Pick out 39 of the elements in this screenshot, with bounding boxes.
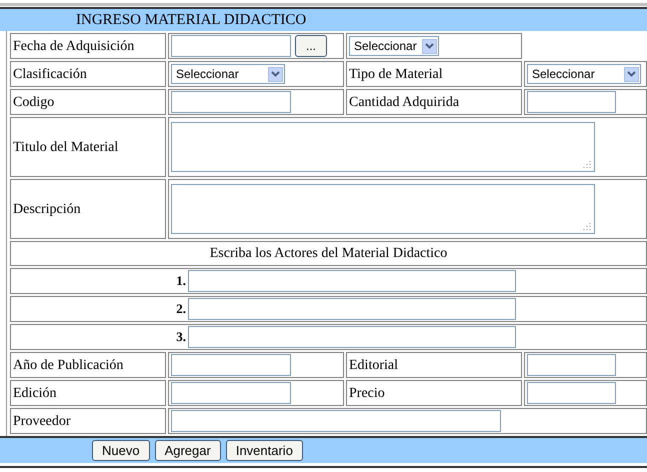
- author-number: 1.: [175, 272, 186, 290]
- text-area[interactable]: [171, 122, 595, 172]
- input-field[interactable]: [527, 354, 616, 376]
- date-picker-button[interactable]: ...: [295, 35, 327, 57]
- field-label: Tipo de Material: [349, 66, 443, 84]
- input-field[interactable]: [188, 326, 516, 348]
- field-label: Descripción: [13, 200, 81, 218]
- input-field[interactable]: [527, 382, 616, 404]
- input-field[interactable]: [188, 298, 516, 320]
- field-label: Proveedor: [13, 412, 71, 430]
- input-field[interactable]: [171, 35, 291, 57]
- input-field[interactable]: [171, 382, 291, 404]
- form-title: INGRESO MATERIAL DIDACTICO: [76, 10, 306, 30]
- input-field[interactable]: [171, 91, 291, 113]
- field-label: Editorial: [349, 356, 398, 374]
- field-label: Fecha de Adquisición: [13, 38, 134, 56]
- resize-grip-icon: [583, 160, 591, 168]
- field-label: Titulo del Material: [13, 138, 118, 156]
- field-label: Codigo: [13, 94, 54, 112]
- input-field[interactable]: [171, 354, 291, 376]
- field-label: Cantidad Adquirida: [349, 94, 460, 112]
- form-button[interactable]: Nuevo: [92, 440, 150, 461]
- field-label: Año de Publicación: [13, 356, 124, 374]
- resize-grip-icon: [583, 222, 591, 230]
- author-number: 3.: [175, 328, 186, 346]
- field-label: Precio: [349, 384, 385, 402]
- author-number: 2.: [175, 300, 186, 318]
- field-label: Clasificación: [13, 66, 87, 84]
- form-button[interactable]: Agregar: [154, 440, 221, 461]
- select-field[interactable]: Seleccionar: [349, 36, 439, 56]
- section-heading: Escriba los Actores del Material Didactico: [210, 245, 448, 263]
- input-field[interactable]: [188, 270, 516, 292]
- input-field[interactable]: [527, 91, 616, 113]
- text-area[interactable]: [171, 184, 595, 234]
- field-label: Edición: [13, 384, 57, 402]
- form-button[interactable]: Inventario: [226, 440, 303, 461]
- select-field[interactable]: Seleccionar: [527, 64, 641, 84]
- input-field[interactable]: [171, 410, 501, 432]
- select-field[interactable]: Seleccionar: [171, 64, 285, 84]
